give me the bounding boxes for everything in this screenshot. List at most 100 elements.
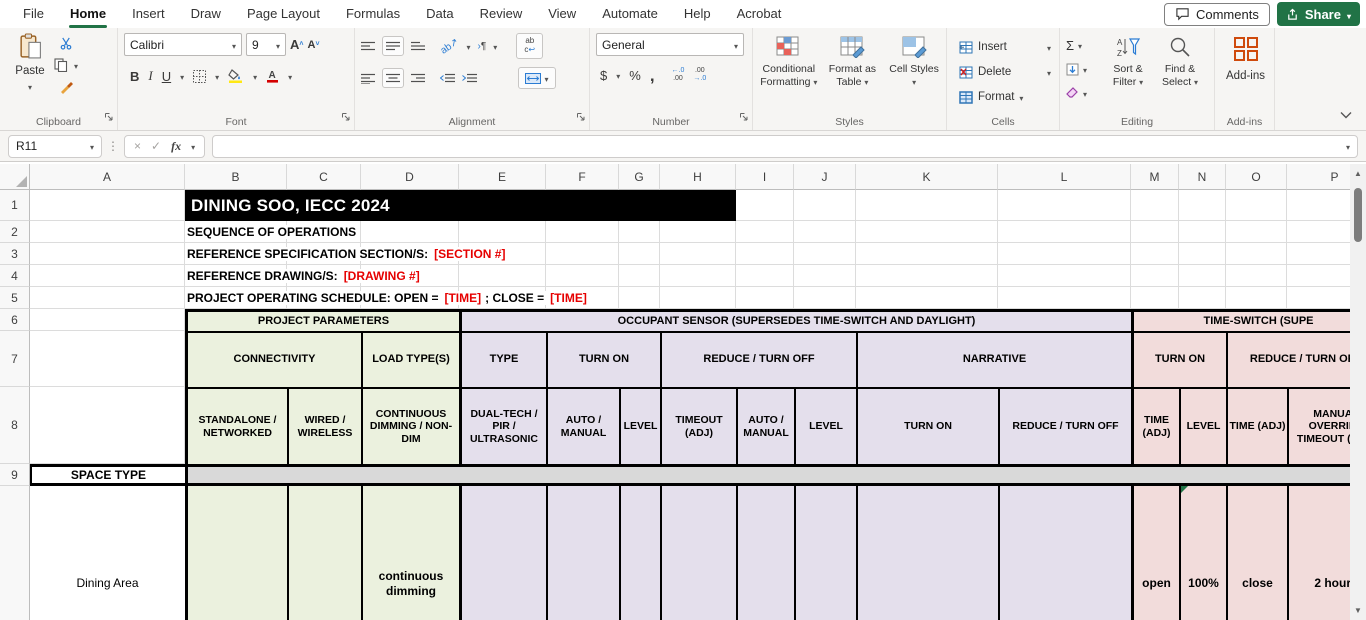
percent-style-button[interactable]: % [629,68,641,83]
header-ts-off-time[interactable]: TIME (ADJ) [1226,387,1287,464]
tab-data[interactable]: Data [413,0,466,28]
tab-insert[interactable]: Insert [119,0,178,28]
scroll-down-arrow[interactable]: ▼ [1350,606,1366,615]
row-header-6[interactable]: 6 [0,309,30,331]
cell-ts-off-time-value[interactable]: close [1226,486,1287,620]
insert-function-button[interactable]: fx [171,139,181,154]
header-os-reduce[interactable]: REDUCE / TURN OFF [660,331,856,387]
column-header-j[interactable]: J [794,164,856,190]
align-right-button[interactable] [411,73,425,84]
cell-title[interactable]: DINING SOO, IECC 2024 [185,190,736,221]
formula-input[interactable] [212,135,1358,158]
empty-cell[interactable] [1287,243,1350,265]
empty-cell[interactable] [998,221,1131,243]
empty-cell[interactable] [998,287,1131,309]
increase-indent-button[interactable] [462,73,477,84]
conditional-formatting-button[interactable]: Conditional Formatting [759,36,819,114]
column-header-g[interactable]: G [619,164,660,190]
confirm-entry-button[interactable]: ✓ [151,139,161,153]
tab-review[interactable]: Review [467,0,536,28]
cell-reference-drawing[interactable]: REFERENCE DRAWING/S:[DRAWING #] [185,265,998,287]
cancel-entry-button[interactable]: × [134,139,141,153]
comma-style-button[interactable]: , [650,71,655,80]
accounting-format-button[interactable]: $ [600,68,607,83]
format-cells-button[interactable]: Format [959,86,1051,108]
header-narrative-reduce[interactable]: REDUCE / TURN OFF [998,387,1131,464]
orientation-button[interactable]: ab↗ [439,36,461,56]
header-ts-on-level[interactable]: LEVEL [1179,387,1226,464]
cell-ts-override-value[interactable]: 2 hours [1287,486,1350,620]
empty-cell[interactable] [1287,190,1350,221]
empty-cell[interactable] [1179,221,1226,243]
addins-button[interactable]: Add-ins [1221,36,1270,82]
row-header-4[interactable]: 4 [0,265,30,287]
column-header-e[interactable]: E [459,164,546,190]
cell-standalone-value[interactable] [185,486,287,620]
empty-cell[interactable] [1131,243,1179,265]
cell-reference-spec[interactable]: REFERENCE SPECIFICATION SECTION/S:[SECTI… [185,243,998,265]
empty-cell[interactable] [736,190,794,221]
empty-cell[interactable] [1179,243,1226,265]
empty-cell[interactable] [30,387,185,464]
scroll-up-arrow[interactable]: ▲ [1350,169,1366,178]
cell-styles-button[interactable]: Cell Styles [886,36,942,114]
header-narrative-turn-on[interactable]: TURN ON [856,387,998,464]
empty-cell[interactable] [1179,287,1226,309]
empty-cell[interactable] [30,190,185,221]
column-header-k[interactable]: K [856,164,998,190]
font-color-button[interactable]: A [266,69,279,83]
decrease-indent-button[interactable] [440,73,455,84]
tab-draw[interactable]: Draw [178,0,234,28]
scrollbar-thumb[interactable] [1354,188,1362,242]
header-os-off-level[interactable]: LEVEL [794,387,856,464]
header-ts-on-time[interactable]: TIME (ADJ) [1131,387,1179,464]
align-center-button[interactable] [382,68,404,88]
merge-center-button[interactable] [518,67,556,89]
header-dual-tech[interactable]: DUAL-TECH / PIR / ULTRASONIC [459,387,546,464]
cell-os-off-level-value[interactable] [794,486,856,620]
italic-button[interactable]: I [148,68,152,84]
header-ts-turn-on[interactable]: TURN ON [1131,331,1226,387]
empty-cell[interactable] [1287,287,1350,309]
row-header-1[interactable]: 1 [0,190,30,221]
cell-sequence-of-operations[interactable]: SEQUENCE OF OPERATIONS [185,221,998,243]
row-header-5[interactable]: 5 [0,287,30,309]
cell-os-type-value[interactable] [459,486,546,620]
find-select-button[interactable]: Find & Select [1154,36,1206,114]
empty-cell[interactable] [794,190,856,221]
align-left-button[interactable] [361,73,375,84]
header-timeout-adj[interactable]: TIMEOUT (ADJ) [660,387,736,464]
column-header-m[interactable]: M [1131,164,1179,190]
header-os-off-auto-manual[interactable]: AUTO / MANUAL [736,387,794,464]
empty-cell[interactable] [1131,265,1179,287]
name-box[interactable]: R11 [8,135,102,158]
empty-cell[interactable] [998,190,1131,221]
row-header-8[interactable]: 8 [0,387,30,464]
cell-os-on-auto-value[interactable] [546,486,619,620]
empty-cell[interactable] [1131,221,1179,243]
column-header-d[interactable]: D [361,164,459,190]
share-button[interactable]: Share [1277,2,1360,26]
decrease-decimal-button[interactable]: .00 →.0 [693,67,706,82]
insert-cells-button[interactable]: Insert [959,36,1051,58]
empty-cell[interactable] [1131,287,1179,309]
column-header-o[interactable]: O [1226,164,1287,190]
decrease-font-size-button[interactable]: A˅ [307,39,319,51]
empty-cell[interactable] [1179,265,1226,287]
empty-cell[interactable] [1226,287,1287,309]
tab-help[interactable]: Help [671,0,724,28]
column-header-a[interactable]: A [30,164,185,190]
cell-timeout-value[interactable] [660,486,736,620]
cell-ts-on-level-value[interactable]: 100% [1179,486,1226,620]
column-header-b[interactable]: B [185,164,287,190]
empty-cell[interactable] [1287,221,1350,243]
column-header-i[interactable]: I [736,164,794,190]
column-header-c[interactable]: C [287,164,361,190]
increase-font-size-button[interactable]: A˄ [290,37,303,52]
font-size-select[interactable]: 9 [246,33,286,56]
cell-narrative-on-value[interactable] [856,486,998,620]
column-header-h[interactable]: H [660,164,736,190]
header-os-turn-on[interactable]: TURN ON [546,331,660,387]
format-as-table-button[interactable]: Format as Table [823,36,883,114]
alignment-dialog-launcher[interactable] [576,109,586,127]
